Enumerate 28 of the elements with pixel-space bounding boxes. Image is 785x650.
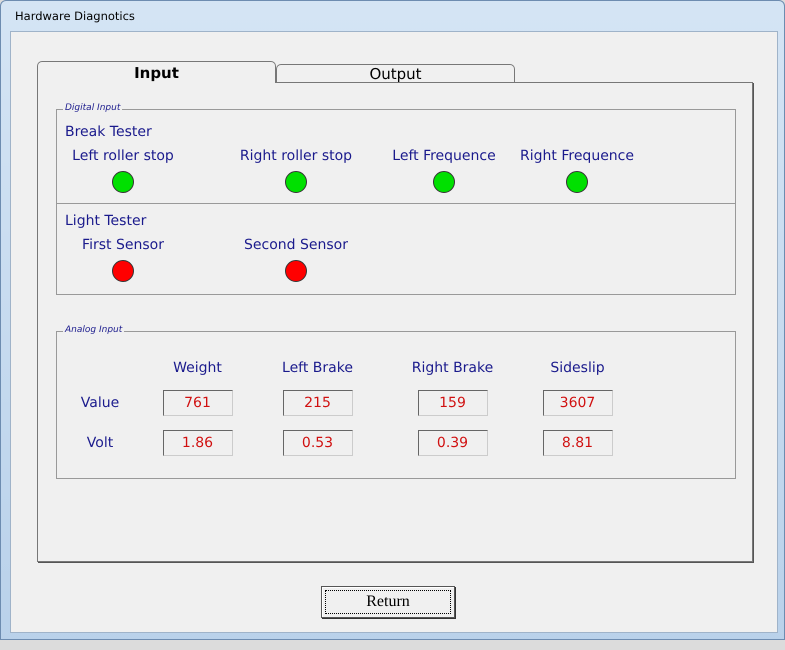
tab[interactable]: Output <box>276 64 515 82</box>
column-header: Weight <box>173 360 222 376</box>
indicator-label: Right Frequence <box>520 148 634 164</box>
column-header: Right Brake <box>412 360 494 376</box>
section-title: Light Tester <box>65 213 148 229</box>
value-field: 3607 <box>542 390 612 416</box>
row-label: Value <box>80 395 120 411</box>
column-header: Left Brake <box>282 360 353 376</box>
indicator-label: Second Sensor <box>244 237 348 253</box>
indicator-label: First Sensor <box>82 237 164 253</box>
value-field: 0.53 <box>282 430 352 456</box>
section-title: Break Tester <box>65 124 153 140</box>
group-title: Digital Input <box>63 103 122 113</box>
value-field: 159 <box>418 390 488 416</box>
indicator-label: Right roller stop <box>240 148 352 164</box>
return-button[interactable]: Return <box>321 586 455 618</box>
indicator-label: Left Frequence <box>392 148 496 164</box>
value-field: 215 <box>282 390 352 416</box>
row-label: Volt <box>86 435 114 451</box>
value-field: 1.86 <box>162 430 232 456</box>
value-field: 0.39 <box>418 430 488 456</box>
value-field: 8.81 <box>542 430 612 456</box>
indicator-label: Left roller stop <box>72 148 174 164</box>
value-field: 761 <box>162 390 232 416</box>
window-title: Hardware Diagnotics <box>15 9 135 23</box>
group-title: Analog Input <box>63 325 124 335</box>
tab[interactable]: Input <box>37 61 276 83</box>
column-header: Sideslip <box>550 360 605 376</box>
